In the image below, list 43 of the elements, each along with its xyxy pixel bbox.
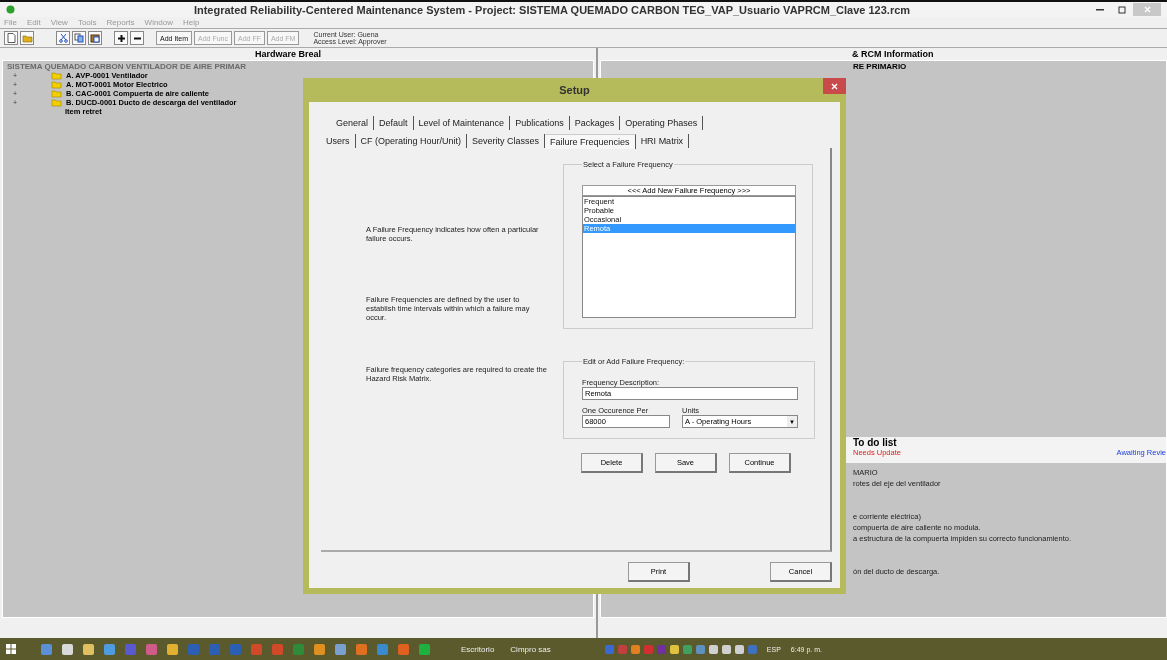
paste-icon[interactable] <box>88 31 102 45</box>
close-icon <box>1143 6 1151 13</box>
close-icon <box>831 82 838 90</box>
app-icon[interactable] <box>167 643 178 655</box>
folder-icon <box>51 80 62 89</box>
window-title: Integrated Reliability-Centered Maintenance System - Project: SISTEMA QUEMADO CARBON TEG_VAP_Usuario VAPRCM_Clave 123.rcm <box>192 3 912 16</box>
folder-icon[interactable] <box>20 31 34 45</box>
app-icon[interactable] <box>356 643 367 655</box>
app-icon[interactable] <box>335 643 346 655</box>
app-icon[interactable] <box>62 643 73 655</box>
tab[interactable]: Failure Frequencies <box>545 134 636 149</box>
folder-icon <box>51 89 62 98</box>
app-icon[interactable] <box>104 643 115 655</box>
tray-icon[interactable] <box>708 644 718 654</box>
tray-icon[interactable] <box>630 644 640 654</box>
restore-icon <box>1118 5 1126 14</box>
folder-icon <box>51 71 62 80</box>
minimize-icon <box>1096 8 1104 11</box>
app-icon[interactable] <box>41 643 52 655</box>
app-icon[interactable] <box>83 643 94 655</box>
plus-icon[interactable] <box>114 31 128 45</box>
app-icon[interactable] <box>314 643 325 655</box>
cut-icon[interactable] <box>56 31 70 45</box>
tray-icon[interactable] <box>682 644 692 654</box>
copy-icon[interactable] <box>72 31 86 45</box>
folder-icon <box>51 98 62 107</box>
tray-icon[interactable] <box>734 644 744 654</box>
tray-icon[interactable] <box>669 644 679 654</box>
app-icon[interactable] <box>419 643 430 655</box>
new-file-icon[interactable] <box>4 31 18 45</box>
close-button[interactable] <box>823 78 846 94</box>
taskbar-window[interactable]: Escritorio <box>455 644 501 654</box>
todo-title: To do list <box>853 437 898 448</box>
pane-header: Hardware Breal <box>254 48 323 60</box>
tray-icon[interactable] <box>721 644 731 654</box>
windows-logo-icon[interactable] <box>6 644 16 654</box>
system-name: RE PRIMARIO <box>852 61 908 71</box>
taskbar-window[interactable]: Cimpro sas <box>504 644 557 654</box>
minus-icon[interactable] <box>130 31 144 45</box>
tray-icon[interactable] <box>695 644 705 654</box>
pane-header: & RCM Information <box>851 48 935 60</box>
dialog-title: Setup <box>559 84 590 96</box>
app-logo-icon <box>6 5 15 14</box>
